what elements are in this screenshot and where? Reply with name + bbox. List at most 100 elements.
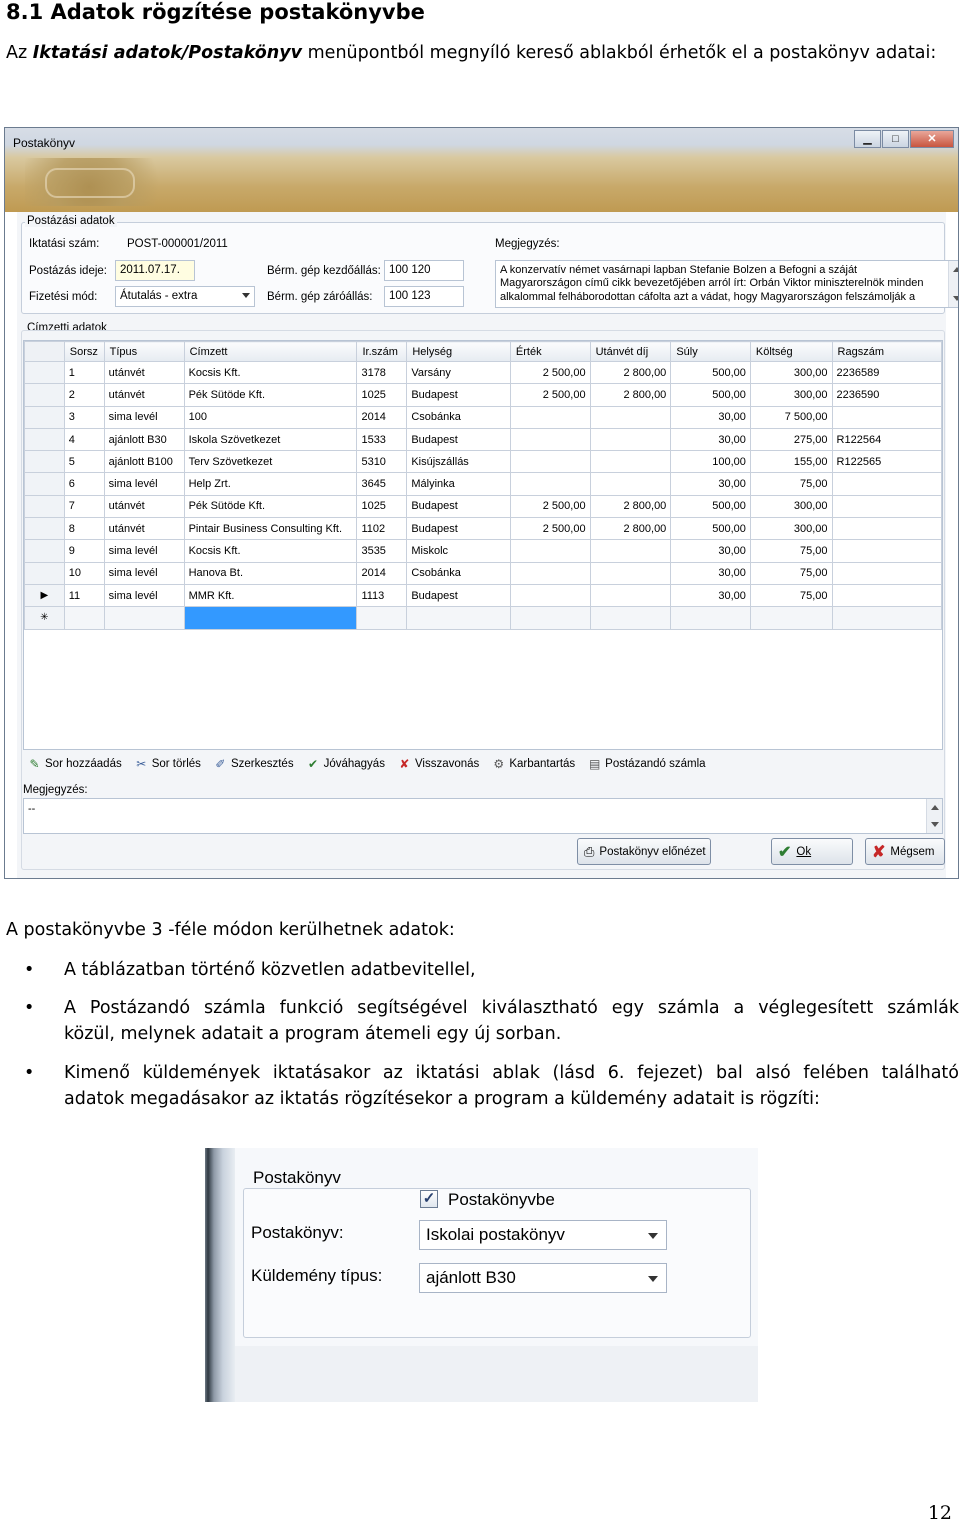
table-cell[interactable]: 9 bbox=[63, 539, 105, 563]
table-cell[interactable] bbox=[589, 561, 672, 585]
szerkesztes-button[interactable]: ✐ Szerkesztés bbox=[213, 757, 293, 772]
row-header[interactable] bbox=[24, 517, 65, 541]
table-cell[interactable]: 7 bbox=[63, 494, 105, 519]
table-cell[interactable]: 2 bbox=[63, 383, 105, 407]
table-cell[interactable]: 2 500,00 bbox=[509, 494, 591, 519]
table-cell[interactable]: 30,00 bbox=[670, 561, 751, 585]
table-cell[interactable]: sima levél bbox=[103, 583, 185, 608]
table-cell[interactable]: 30,00 bbox=[670, 472, 751, 496]
table-cell[interactable]: 1113 bbox=[356, 583, 408, 608]
row-header[interactable] bbox=[24, 360, 65, 385]
table-cell[interactable]: Kisújszállás bbox=[406, 450, 511, 474]
table-cell[interactable]: 10 bbox=[63, 561, 105, 585]
table-cell[interactable]: 300,00 bbox=[749, 517, 833, 541]
table-row[interactable]: 2 utánvét Pék Sütöde Kft. 1025 Budapest 2 500… bbox=[24, 383, 943, 407]
table-cell[interactable]: 30,00 bbox=[670, 405, 751, 429]
table-cell[interactable]: utánvét bbox=[103, 360, 185, 385]
table-cell[interactable]: Miskolc bbox=[406, 539, 511, 563]
table-cell[interactable]: 2 800,00 bbox=[589, 494, 672, 519]
kuldemeny-tipus-select[interactable]: ajánlott B30 bbox=[419, 1263, 667, 1293]
row-header[interactable] bbox=[24, 539, 65, 563]
table-row[interactable]: 6 sima levél Help Zrt. 3645 Mályinka 30,00 75,… bbox=[24, 472, 943, 496]
table-cell[interactable]: sima levél bbox=[103, 561, 185, 585]
table-cell[interactable]: 2 800,00 bbox=[589, 360, 672, 385]
table-cell[interactable] bbox=[509, 561, 591, 585]
table-cell[interactable]: ajánlott B30 bbox=[103, 427, 185, 452]
table-cell[interactable]: 1025 bbox=[356, 383, 408, 407]
table-cell[interactable] bbox=[831, 494, 943, 519]
table-cell[interactable]: 30,00 bbox=[670, 583, 751, 608]
row-header[interactable] bbox=[24, 472, 65, 496]
table-cell[interactable] bbox=[589, 450, 672, 474]
table-cell[interactable]: 100,00 bbox=[670, 450, 751, 474]
table-cell[interactable]: MMR Kft. bbox=[183, 583, 358, 608]
new-row[interactable]: ✳ bbox=[24, 606, 943, 630]
postakonyv-select[interactable]: Iskolai postakönyv bbox=[419, 1220, 667, 1250]
table-cell[interactable]: 2 800,00 bbox=[589, 383, 672, 407]
table-cell[interactable]: Iskola Szövetkezet bbox=[183, 427, 358, 452]
table-cell[interactable]: 2014 bbox=[356, 405, 408, 429]
table-cell[interactable]: Budapest bbox=[406, 383, 511, 407]
table-cell[interactable] bbox=[831, 606, 943, 630]
table-cell[interactable]: 11 bbox=[63, 583, 105, 608]
visszavonas-button[interactable]: ✘ Visszavonás bbox=[397, 757, 479, 772]
table-cell[interactable] bbox=[831, 472, 943, 496]
table-cell[interactable]: 75,00 bbox=[749, 561, 833, 585]
table-cell[interactable] bbox=[509, 450, 591, 474]
table-cell[interactable] bbox=[103, 606, 185, 630]
table-cell[interactable] bbox=[589, 427, 672, 452]
table-cell[interactable]: Pintair Business Consulting Kft. bbox=[183, 517, 358, 541]
table-cell[interactable] bbox=[406, 606, 511, 630]
row-header[interactable] bbox=[24, 494, 65, 519]
column-header[interactable]: Utánvét díj bbox=[589, 341, 672, 362]
megjegyzes-textarea[interactable]: A konzervatív német vasárnapi lapban Ste… bbox=[495, 260, 958, 308]
table-cell[interactable]: 2 500,00 bbox=[509, 360, 591, 385]
sor-hozzaadas-button[interactable]: ✎ Sor hozzáadás bbox=[27, 757, 121, 772]
table-cell[interactable]: 155,00 bbox=[749, 450, 833, 474]
column-header[interactable]: Helység bbox=[406, 341, 511, 362]
fizetesi-mod-select[interactable]: Átutalás - extra bbox=[115, 286, 255, 307]
table-cell[interactable] bbox=[831, 539, 943, 563]
table-cell[interactable]: 300,00 bbox=[749, 360, 833, 385]
table-cell[interactable] bbox=[509, 472, 591, 496]
table-cell[interactable]: Kocsis Kft. bbox=[183, 360, 358, 385]
table-cell[interactable] bbox=[831, 561, 943, 585]
table-cell[interactable]: Budapest bbox=[406, 427, 511, 452]
table-cell[interactable]: 7 500,00 bbox=[749, 405, 833, 429]
jovahagyas-button[interactable]: ✔ Jóváhagyás bbox=[306, 757, 385, 772]
table-row[interactable]: 1 utánvét Kocsis Kft. 3178 Varsány 2 500,00 2 … bbox=[24, 360, 943, 385]
table-cell[interactable]: 75,00 bbox=[749, 472, 833, 496]
table-cell[interactable]: 30,00 bbox=[670, 539, 751, 563]
berm-kezd-field[interactable]: 100 120 bbox=[384, 260, 464, 281]
table-cell[interactable]: Budapest bbox=[406, 583, 511, 608]
table-row[interactable]: 7 utánvét Pék Sütöde Kft. 1025 Budapest 2 500… bbox=[24, 494, 943, 519]
table-cell[interactable]: 1025 bbox=[356, 494, 408, 519]
table-cell[interactable] bbox=[509, 606, 591, 630]
column-header[interactable]: Címzett bbox=[183, 341, 358, 362]
table-cell[interactable]: Terv Szövetkezet bbox=[183, 450, 358, 474]
table-cell[interactable] bbox=[183, 606, 358, 630]
table-cell[interactable] bbox=[589, 539, 672, 563]
postazas-ideje-field[interactable]: 2011.07.17. bbox=[115, 260, 195, 281]
table-cell[interactable]: 2 500,00 bbox=[509, 517, 591, 541]
table-cell[interactable]: sima levél bbox=[103, 539, 185, 563]
row-header[interactable] bbox=[24, 427, 65, 452]
maximize-button[interactable]: □ bbox=[882, 130, 909, 148]
new-row-icon[interactable]: ✳ bbox=[24, 606, 65, 630]
table-cell[interactable]: 3 bbox=[63, 405, 105, 429]
table-cell[interactable]: sima levél bbox=[103, 472, 185, 496]
table-cell[interactable]: 2014 bbox=[356, 561, 408, 585]
table-cell[interactable]: 75,00 bbox=[749, 539, 833, 563]
postakonyvbe-checkbox[interactable]: ✓ bbox=[420, 1190, 438, 1208]
row-header[interactable] bbox=[24, 561, 65, 585]
table-cell[interactable]: ajánlott B100 bbox=[103, 450, 185, 474]
table-cell[interactable]: Csobánka bbox=[406, 561, 511, 585]
table-cell[interactable] bbox=[509, 427, 591, 452]
table-cell[interactable]: utánvét bbox=[103, 383, 185, 407]
recipients-grid[interactable]: Sorsz Típus Címzett Ir.szám Helység Érté… bbox=[23, 340, 943, 750]
table-cell[interactable] bbox=[356, 606, 408, 630]
berm-zaro-field[interactable]: 100 123 bbox=[384, 286, 464, 307]
table-cell[interactable]: 75,00 bbox=[749, 583, 833, 608]
table-cell[interactable] bbox=[509, 405, 591, 429]
table-cell[interactable]: Mályinka bbox=[406, 472, 511, 496]
